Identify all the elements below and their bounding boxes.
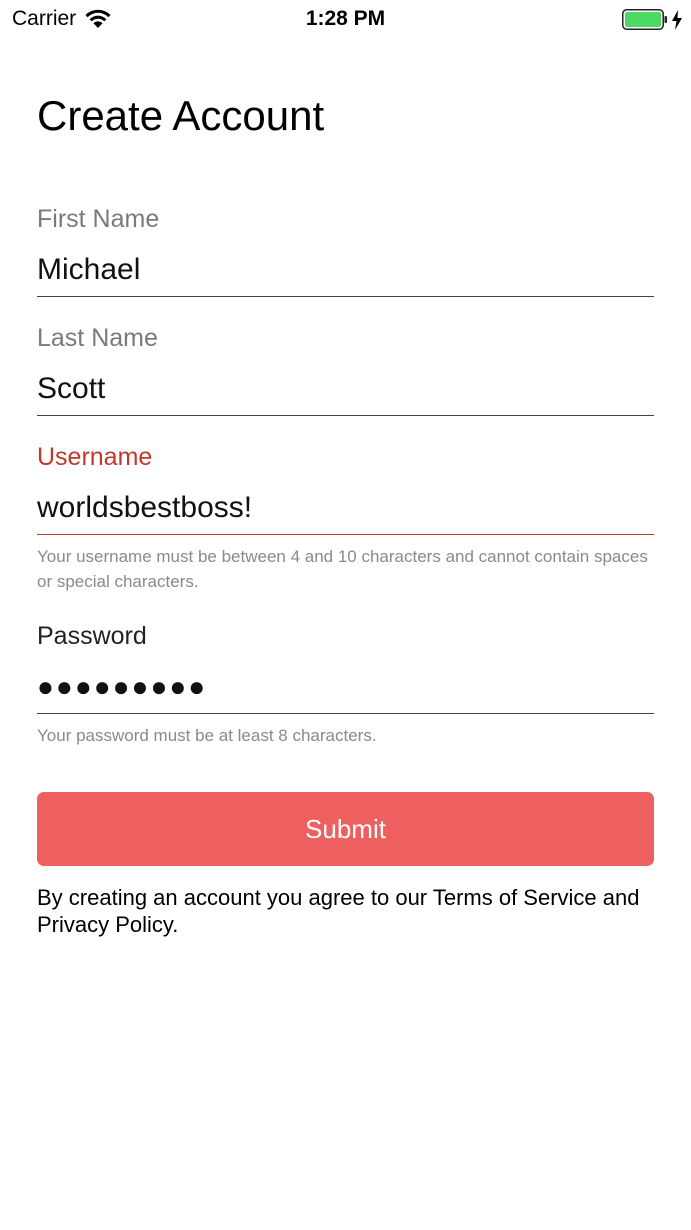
charging-bolt-icon [672, 9, 682, 30]
username-input[interactable] [37, 489, 654, 535]
status-time: 1:28 PM [305, 7, 386, 30]
first-name-label: First Name [37, 205, 160, 233]
password-helper-text: Your password must be at least 8 charact… [37, 726, 377, 745]
username-label: Username [37, 443, 153, 471]
last-name-field: Last Name [37, 323, 654, 416]
battery-indicator [622, 9, 683, 30]
first-name-field: First Name [37, 204, 654, 297]
password-field: Password Your password must be at least … [37, 621, 654, 748]
battery-full-icon [622, 9, 667, 30]
first-name-input[interactable] [37, 251, 654, 297]
terms-text: By creating an account you agree to our … [37, 885, 640, 937]
submit-button[interactable]: Submit [37, 792, 654, 866]
status-bar: Carrier 1:28 PM [0, 0, 691, 40]
password-label: Password [37, 622, 147, 650]
username-helper-text: Your username must be between 4 and 10 c… [37, 547, 648, 591]
page-title: Create Account [37, 92, 325, 139]
password-input[interactable] [37, 668, 654, 714]
username-field: Username Your username must be between 4… [37, 442, 654, 594]
last-name-input[interactable] [37, 370, 654, 416]
last-name-label: Last Name [37, 324, 158, 352]
